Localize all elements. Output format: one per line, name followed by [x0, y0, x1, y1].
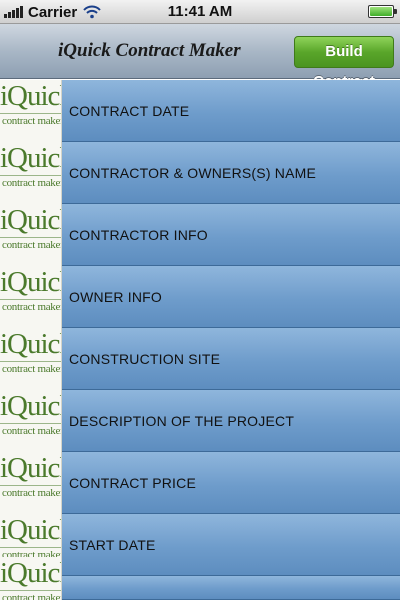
logo-subtext: contract maker — [2, 176, 62, 189]
logo-subtext: contract maker — [2, 362, 62, 375]
status-bar: Carrier 11:41 AM — [0, 0, 400, 24]
logo-divider — [0, 589, 61, 591]
logo-divider — [0, 360, 61, 362]
list-item-label: OWNER INFO — [69, 288, 162, 305]
battery-fill — [370, 7, 392, 16]
list-item[interactable]: iQuick contract maker CONTRACT DATE — [0, 80, 400, 142]
logo-divider — [0, 236, 61, 238]
list-item[interactable]: iQuick contract maker CONSTRUCTION SITE — [0, 327, 400, 390]
logo-text: iQuick — [0, 265, 61, 298]
logo-text: iQuick — [0, 80, 61, 112]
logo-text: iQuick — [0, 556, 61, 589]
logo-divider — [0, 422, 61, 424]
list-item-label: CONSTRUCTION SITE — [69, 350, 221, 367]
list-item-label: START DATE — [69, 536, 156, 553]
logo-subtext: contract maker — [2, 424, 62, 437]
page-title: iQuick Contract Maker — [58, 40, 241, 61]
list-item-label: CONTRACTOR INFO — [69, 226, 208, 243]
iquick-logo-thumbnail: iQuick contract maker — [0, 80, 62, 142]
logo-text: iQuick — [0, 327, 61, 360]
navigation-bar: iQuick Contract Maker Build Contract — [0, 24, 400, 90]
iquick-logo-thumbnail: iQuick contract maker — [0, 327, 62, 390]
list-item[interactable]: iQuick contract maker CONTRACT PRICE — [0, 451, 400, 514]
logo-text: iQuick — [0, 141, 61, 174]
logo-text: iQuick — [0, 389, 61, 422]
logo-divider — [0, 174, 61, 176]
list-item-label: CONTRACT PRICE — [69, 474, 196, 491]
logo-divider — [0, 298, 61, 300]
iquick-logo-thumbnail: iQuick contract maker — [0, 451, 62, 514]
list-item[interactable]: iQuick contract maker OWNER INFO — [0, 265, 400, 328]
logo-subtext: contract maker — [2, 238, 62, 251]
list-item-label: DESCRIPTION OF THE PROJECT — [69, 412, 295, 429]
logo-divider — [0, 112, 61, 114]
list-item[interactable]: iQuick contract maker CONTRACTOR & OWNERS(… — [0, 141, 400, 204]
logo-text: iQuick — [0, 451, 61, 484]
list-item-partial[interactable]: iQuick contract maker — [0, 556, 400, 600]
logo-text: iQuick — [0, 513, 61, 546]
logo-subtext: contract maker — [2, 591, 62, 600]
iquick-logo-thumbnail: iQuick contract maker — [0, 265, 62, 328]
list-item[interactable]: iQuick contract maker DESCRIPTION OF THE P… — [0, 389, 400, 452]
logo-text: iQuick — [0, 203, 61, 236]
battery-icon — [368, 5, 397, 18]
logo-subtext: contract maker — [2, 114, 62, 127]
iquick-logo-thumbnail: iQuick contract maker — [0, 556, 62, 600]
logo-divider — [0, 484, 61, 486]
iquick-logo-thumbnail: iQuick contract maker — [0, 141, 62, 204]
build-contract-button[interactable]: Build Contract — [294, 36, 394, 90]
list-item[interactable]: iQuick contract maker CONTRACTOR INFO — [0, 203, 400, 266]
status-time: 11:41 AM — [167, 3, 233, 20]
logo-subtext: contract maker — [2, 300, 62, 313]
list-item-label: CONTRACTOR & OWNERS(S) NAME — [69, 164, 317, 181]
iquick-logo-thumbnail: iQuick contract maker — [0, 203, 62, 266]
contract-sections-list: iQuick contract maker CONTRACT DATE iQuick c… — [0, 80, 400, 600]
iquick-logo-thumbnail: iQuick contract maker — [0, 389, 62, 452]
list-item-label: CONTRACT DATE — [69, 102, 190, 119]
logo-divider — [0, 546, 61, 548]
logo-subtext: contract maker — [2, 486, 62, 499]
